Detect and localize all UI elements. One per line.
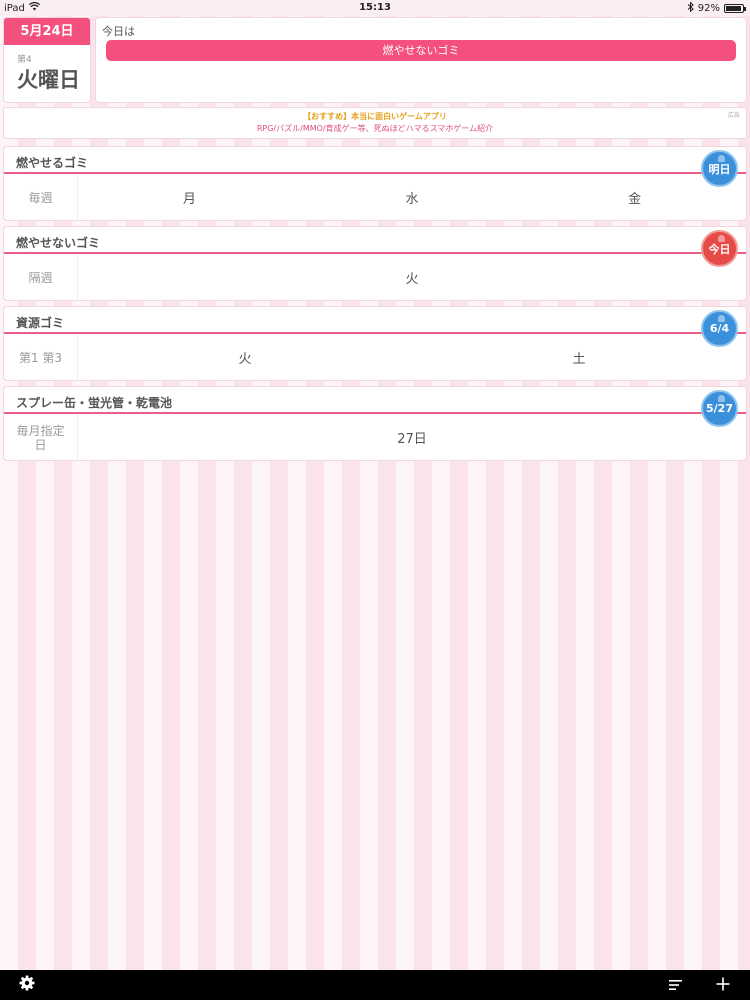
next-collection-badge: 5/27 — [701, 390, 738, 427]
next-collection-badge: 明日 — [701, 150, 738, 187]
collection-day: 水 — [405, 192, 419, 207]
collection-days: 火 — [78, 254, 746, 301]
battery-level — [726, 6, 741, 11]
add-button[interactable] — [706, 970, 740, 1000]
today-garbage-pill: 燃やせないゴミ — [106, 40, 736, 61]
date-card: 5月24日 第4 火曜日 — [3, 17, 91, 103]
schedule-label: 毎月指定日 — [4, 414, 78, 461]
next-collection-badge: 6/4 — [701, 310, 738, 347]
gear-icon[interactable] — [19, 975, 35, 995]
today-label: 今日は — [102, 25, 135, 38]
list-icon[interactable] — [669, 976, 683, 995]
current-date: 5月24日 — [4, 18, 90, 45]
settings-button[interactable] — [10, 970, 44, 1000]
collection-days: 火 土 — [78, 334, 746, 381]
category-title: 燃やせないゴミ — [16, 236, 101, 250]
status-time: 15:13 — [359, 2, 391, 13]
ad-banner[interactable]: 【おすすめ】本当に面白いゲームアプリ RPG/パズル/MMO/育成ゲー等、死ぬほ… — [3, 107, 747, 139]
battery-percent: 92% — [697, 3, 720, 14]
schedule-label: 第1 第3 — [4, 334, 78, 381]
weekday: 火曜日 — [17, 68, 80, 92]
plus-icon[interactable] — [716, 976, 730, 995]
collection-day: 月 — [182, 192, 196, 207]
category-title: スプレー缶・蛍光管・乾電池 — [16, 396, 173, 410]
category-card-burnable[interactable]: 燃やせるゴミ 毎週 月 水 金 明日 — [3, 146, 747, 221]
category-title: 資源ゴミ — [16, 316, 65, 330]
ad-headline[interactable]: 【おすすめ】本当に面白いゲームアプリ — [4, 111, 746, 122]
collection-day: 27日 — [397, 432, 427, 447]
status-right: 92% — [687, 1, 746, 15]
collection-day: 火 — [405, 272, 419, 287]
status-bar: iPad 15:13 92% — [0, 0, 750, 16]
bluetooth-icon — [687, 1, 694, 15]
category-card-non-burnable[interactable]: 燃やせないゴミ 隔週 火 今日 — [3, 226, 747, 301]
battery-icon — [724, 4, 746, 13]
category-card-recyclable[interactable]: 資源ゴミ 第1 第3 火 土 6/4 — [3, 306, 747, 381]
category-card-hazardous[interactable]: スプレー缶・蛍光管・乾電池 毎月指定日 27日 5/27 — [3, 386, 747, 461]
today-card: 今日は 燃やせないゴミ — [95, 17, 747, 103]
ad-description[interactable]: RPG/パズル/MMO/育成ゲー等、死ぬほどハマるスマホゲーム紹介 — [4, 123, 746, 134]
next-collection-badge: 今日 — [701, 230, 738, 267]
collection-day: 土 — [572, 352, 586, 367]
schedule-label: 毎週 — [4, 174, 78, 221]
bottom-toolbar — [0, 970, 750, 1000]
list-button[interactable] — [660, 970, 692, 1000]
collection-days: 月 水 金 — [78, 174, 746, 221]
collection-day: 火 — [238, 352, 252, 367]
category-title: 燃やせるゴミ — [16, 156, 89, 170]
collection-days: 27日 — [78, 414, 746, 461]
schedule-label: 隔週 — [4, 254, 78, 301]
ad-tag: 広告 — [727, 112, 740, 119]
